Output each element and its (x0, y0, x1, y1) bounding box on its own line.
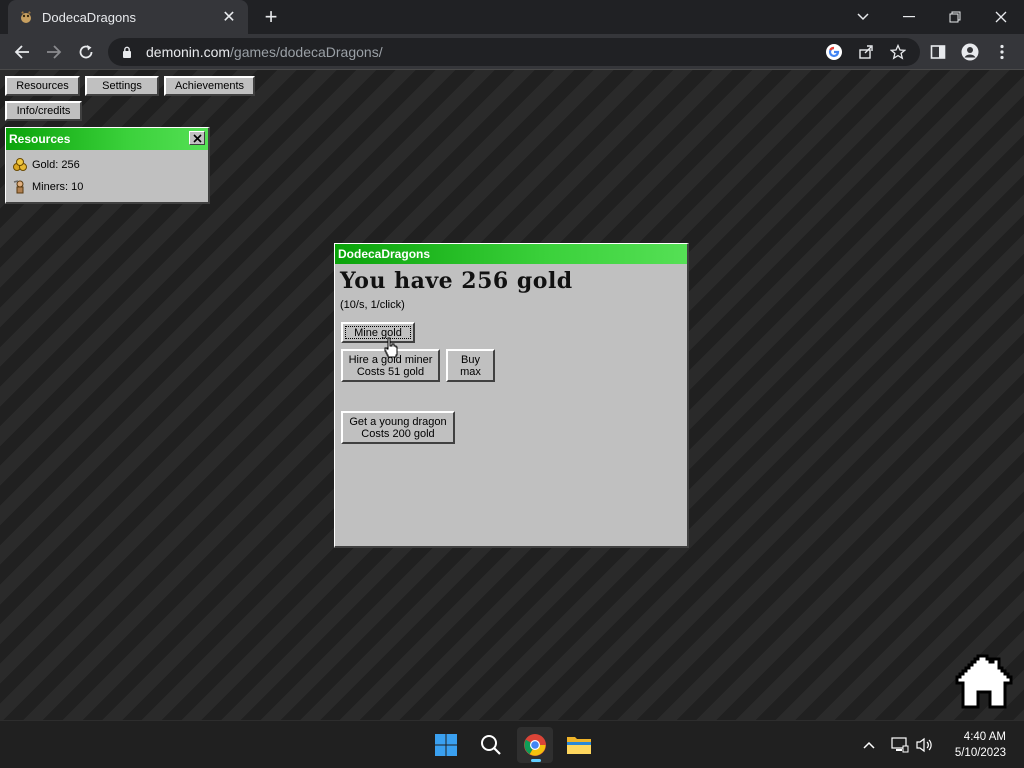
info-credits-nav-button[interactable]: Info/credits (5, 101, 82, 121)
restore-icon[interactable] (932, 0, 978, 34)
reload-icon[interactable] (72, 38, 100, 66)
browser-tab-strip: DodecaDragons ✕ + (0, 0, 1024, 34)
active-app-indicator (531, 759, 541, 762)
mine-gold-button[interactable]: Mine gold (341, 322, 415, 343)
young-dragon-cost: Costs 200 gold (361, 427, 435, 440)
main-window-titlebar[interactable]: DodecaDragons (335, 244, 687, 264)
clock-time: 4:40 AM (963, 731, 1006, 743)
gold-headline: You have 256 gold (340, 268, 573, 294)
get-young-dragon-button[interactable]: Get a young dragon Costs 200 gold (341, 411, 455, 444)
dragon-favicon-icon (18, 9, 34, 25)
game-page: Resources Settings Achievements Info/cre… (0, 70, 1024, 720)
browser-tab[interactable]: DodecaDragons ✕ (8, 0, 248, 34)
close-icon[interactable] (189, 131, 205, 145)
miner-icon (12, 179, 28, 195)
resources-nav-button[interactable]: Resources (5, 76, 80, 96)
windows-start-icon[interactable] (428, 727, 464, 763)
side-panel-icon[interactable] (928, 42, 948, 62)
file-explorer-icon[interactable] (561, 727, 597, 763)
url-text: demonin.com/games/dodecaDragons/ (146, 44, 383, 60)
chrome-taskbar-icon[interactable] (517, 727, 553, 763)
google-lens-icon[interactable] (824, 42, 844, 62)
buy-max-label-1: Buy (461, 353, 480, 366)
hand-pointer-cursor-icon (383, 337, 399, 359)
buy-max-label-2: max (460, 365, 481, 378)
home-button-icon[interactable] (954, 652, 1014, 714)
kebab-menu-icon[interactable] (992, 42, 1012, 62)
address-bar[interactable]: demonin.com/games/dodecaDragons/ (108, 38, 920, 66)
close-window-icon[interactable] (978, 0, 1024, 34)
gold-coins-icon (12, 157, 28, 173)
hire-miner-cost: Costs 51 gold (356, 365, 425, 378)
dodecadragons-window: DodecaDragons You have 256 gold (10/s, 1… (334, 243, 689, 548)
tab-close-icon[interactable]: ✕ (220, 7, 238, 27)
share-icon[interactable] (856, 42, 876, 62)
resources-panel-titlebar[interactable]: Resources (6, 128, 208, 150)
resources-panel: Resources Gold: 256 Miners: 10 (5, 127, 210, 204)
young-dragon-label: Get a young dragon (349, 415, 447, 428)
search-icon[interactable] (473, 727, 509, 763)
forward-arrow-icon[interactable] (40, 38, 68, 66)
gold-resource-label: Gold: 256 (32, 159, 80, 171)
system-clock[interactable]: 4:40 AM 5/10/2023 (955, 729, 1006, 761)
settings-nav-button[interactable]: Settings (85, 76, 159, 96)
show-hidden-icons-chevron-up-icon[interactable] (859, 735, 879, 755)
profile-avatar-icon[interactable] (960, 42, 980, 62)
new-tab-button[interactable]: + (258, 4, 284, 30)
network-icon[interactable] (890, 735, 910, 755)
minimize-icon[interactable] (886, 0, 932, 34)
volume-icon[interactable] (915, 735, 935, 755)
browser-toolbar: demonin.com/games/dodecaDragons/ (0, 34, 1024, 70)
main-window-title: DodecaDragons (338, 247, 431, 261)
gold-rate-text: (10/s, 1/click) (340, 299, 405, 311)
windows-taskbar: 4:40 AM 5/10/2023 (0, 720, 1024, 768)
buy-max-button[interactable]: Buy max (446, 349, 495, 382)
resources-panel-title: Resources (9, 132, 71, 146)
tab-search-chevron-down-icon[interactable] (840, 0, 886, 34)
gold-resource-row: Gold: 256 (6, 154, 208, 176)
lock-icon[interactable] (120, 45, 134, 59)
achievements-nav-button[interactable]: Achievements (164, 76, 255, 96)
back-arrow-icon[interactable] (8, 38, 36, 66)
bookmark-star-icon[interactable] (888, 42, 908, 62)
miners-resource-row: Miners: 10 (6, 176, 208, 198)
tab-title: DodecaDragons (42, 9, 136, 25)
clock-date: 5/10/2023 (954, 747, 1006, 759)
miners-resource-label: Miners: 10 (32, 181, 84, 193)
